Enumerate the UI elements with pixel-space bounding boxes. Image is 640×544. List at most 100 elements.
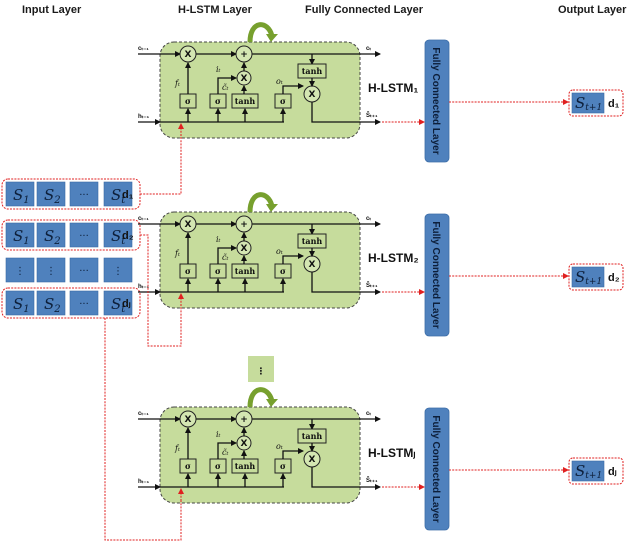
ellipsis-label: ···	[79, 299, 89, 310]
output-gate-label: σ	[280, 461, 286, 471]
s-out-label: Ŝₜ₊₁	[366, 476, 378, 484]
i-label: iₜ	[216, 235, 221, 244]
recurrent-arrowhead-icon	[266, 204, 278, 212]
f-label: fₜ	[174, 444, 180, 453]
c-prev-label: cₜ₋₁	[138, 46, 149, 52]
ellipsis-label: ···	[79, 190, 89, 201]
tanh-label: tanh	[302, 431, 323, 441]
subscript: t+1	[585, 471, 602, 481]
f-label: fₜ	[174, 79, 180, 88]
input-row-label: d₂	[122, 230, 134, 242]
subscript: 2	[53, 195, 60, 206]
ellipsis-label: ⋮	[46, 266, 56, 277]
multiply-label: X	[309, 455, 316, 465]
input-row: S1 S2 ··· Std₁	[1, 178, 141, 210]
ellipsis-label: ⋮	[257, 367, 266, 377]
s-out-label: Ŝₜ₊₁	[366, 111, 378, 119]
recurrent-arrow-icon	[247, 22, 275, 43]
candidate-gate-label: tanh	[235, 461, 256, 471]
fc-block: Fully Connected Layer	[382, 39, 450, 163]
c-prev-label: cₜ₋₁	[138, 216, 149, 222]
hlstm-cell-name: H-LSTM₂	[368, 251, 419, 265]
output-item: St+1 d₂	[449, 263, 624, 291]
c-out-label: cₜ	[366, 46, 371, 52]
multiply-label: X	[185, 50, 192, 60]
header-hlstm-layer: H-LSTM Layer	[178, 4, 253, 16]
i-label: iₜ	[216, 430, 221, 439]
output-gate-label: σ	[280, 96, 286, 106]
input-gate-label: σ	[215, 96, 221, 106]
fc-block: Fully Connected Layer	[382, 213, 450, 337]
subscript: 1	[23, 195, 29, 206]
forget-gate-label: σ	[185, 96, 191, 106]
ellipsis-label: ⋮	[113, 266, 123, 277]
multiply-label: X	[185, 415, 192, 425]
ellipsis-label: ···	[79, 231, 89, 242]
i-label: iₜ	[216, 65, 221, 74]
hlstm-cell: cₜ₋₁hₜ₋₁cₜX +σ σ tanh σfₜ Xiₜc̃ₜtanhXoₜŜₜ₊₁H-…	[138, 192, 419, 309]
input-row: ⋮ ⋮ ··· ⋮	[5, 257, 133, 283]
fc-block: Fully Connected Layer	[382, 407, 450, 531]
input-row: S1 S2 ··· Std₂	[1, 219, 141, 251]
output-item: St+1 d₁	[449, 89, 624, 117]
input-row-label: d₁	[122, 189, 134, 201]
header-fc-layer: Fully Connected Layer	[305, 4, 424, 16]
ellipsis-label: ···	[79, 266, 89, 277]
ellipsis-label: ⋮	[15, 266, 25, 277]
input-row: S1 S2 ··· Stdⱼ	[1, 287, 141, 319]
subscript: 2	[53, 236, 60, 247]
forget-gate-label: σ	[185, 266, 191, 276]
multiply-label: X	[309, 90, 316, 100]
subscript: t+1	[585, 277, 602, 287]
f-label: fₜ	[174, 249, 180, 258]
ctilde-label: c̃ₜ	[222, 448, 228, 457]
c-out-label: cₜ	[366, 411, 371, 417]
multiply-label: X	[309, 260, 316, 270]
o-label: oₜ	[276, 247, 283, 256]
recurrent-arrowhead-icon	[266, 34, 278, 42]
output-label: dⱼ	[608, 466, 617, 478]
recurrent-arrow-icon	[247, 387, 275, 408]
d1-to-cell1-link	[140, 136, 182, 195]
candidate-gate-label: tanh	[235, 96, 256, 106]
hlstm-layer: cₜ₋₁hₜ₋₁cₜX +σ σ tanh σfₜ Xiₜc̃ₜtanhXoₜŜₜ₊₁H-…	[138, 22, 419, 504]
c-out-label: cₜ	[366, 216, 371, 222]
ctilde-label: c̃ₜ	[222, 253, 228, 262]
tanh-label: tanh	[302, 66, 323, 76]
input-row-label: dⱼ	[122, 298, 131, 310]
output-layer: St+1 d₁St+1 d₂St+1 dⱼ	[449, 89, 624, 485]
subscript: 1	[23, 236, 29, 247]
input-gate-label: σ	[215, 461, 221, 471]
ctilde-label: c̃ₜ	[222, 83, 228, 92]
multiply-label: X	[241, 439, 248, 449]
o-label: oₜ	[276, 442, 283, 451]
c-prev-label: cₜ₋₁	[138, 411, 149, 417]
output-label: d₂	[608, 272, 620, 284]
multiply-label: X	[241, 244, 248, 254]
add-label: +	[240, 415, 248, 425]
subscript: 2	[53, 304, 60, 315]
hlstm-cell: cₜ₋₁hₜ₋₁cₜX +σ σ tanh σfₜ Xiₜc̃ₜtanhXoₜŜₜ₊₁H-…	[138, 387, 415, 504]
multiply-label: X	[185, 220, 192, 230]
add-label: +	[240, 220, 248, 230]
fc-label: Fully Connected Layer	[430, 47, 441, 154]
output-gate-label: σ	[280, 266, 286, 276]
tanh-label: tanh	[302, 236, 323, 246]
input-gate-label: σ	[215, 266, 221, 276]
h-prev-label: hₜ₋₁	[138, 114, 150, 120]
h-prev-label: hₜ₋₁	[138, 479, 150, 485]
multiply-label: X	[241, 74, 248, 84]
input-layer: S1 S2 ··· Std₁S1 S2 ··· Std₂⋮ ⋮ ··· ⋮S1 S2 ··· Stdⱼ	[1, 178, 141, 319]
add-label: +	[240, 50, 248, 60]
candidate-gate-label: tanh	[235, 266, 256, 276]
o-label: oₜ	[276, 77, 283, 86]
recurrent-arrowhead-icon	[266, 399, 278, 407]
fc-label: Fully Connected Layer	[430, 221, 441, 328]
output-label: d₁	[608, 98, 620, 110]
forget-gate-label: σ	[185, 461, 191, 471]
hlstm-architecture-diagram: Input Layer H-LSTM Layer Fully Connected…	[1, 4, 627, 541]
output-item: St+1 dⱼ	[449, 457, 624, 485]
hlstm-cell-name: H-LSTM₁	[368, 81, 418, 95]
subscript: 1	[23, 304, 29, 315]
hlstm-cell-name: H-LSTMⱼ	[368, 446, 415, 460]
